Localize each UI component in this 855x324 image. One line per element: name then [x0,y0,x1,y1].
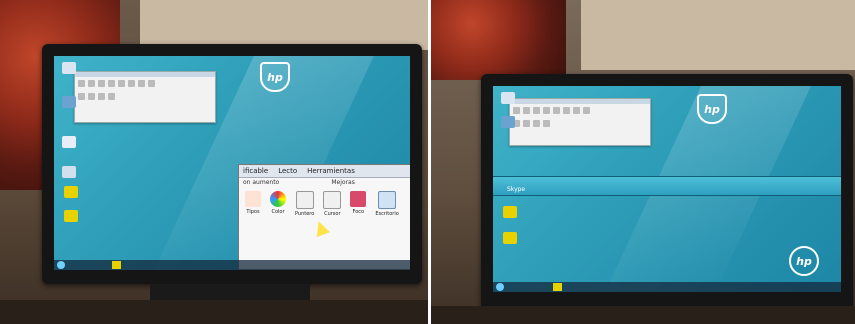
desktop-icon[interactable] [503,206,517,218]
arrow-cursor-icon [312,219,330,237]
desktop-magnify-icon [378,191,397,209]
hp-logo-icon: hp [260,62,290,92]
desk [0,300,428,324]
magnifier-mini-window[interactable] [74,71,216,123]
tool-tipos[interactable]: Tipos [245,191,261,217]
hp-logo-icon: hp [789,246,819,276]
focus-icon [350,191,367,207]
screen: hp ificable Lecto Herramientas on aument… [54,56,410,270]
wall [581,0,855,70]
hp-logo-icon: hp [697,94,727,124]
tool-cursor[interactable]: Cursor [323,191,342,217]
monitor: hp ificable Lecto Herramientas on aument… [42,44,422,284]
taskbar [493,282,841,292]
skype-label[interactable]: Skype [507,186,525,193]
docked-magnifier-strip: Skype [493,176,841,196]
zoom-tabs: ificable Lecto Herramientas [239,165,410,178]
tipos-icon [245,191,261,207]
screen: hp Skype hp [493,86,841,292]
magnifier-mini-window[interactable] [509,98,651,146]
zoom-window[interactable]: ificable Lecto Herramientas on aumento M… [238,164,410,270]
tab-lecto[interactable]: Lecto [278,165,297,177]
windows-start-icon[interactable] [57,261,65,269]
zoom-subheader-left: on aumento [243,179,280,186]
desktop-icon[interactable] [62,96,76,108]
tab-ificable[interactable]: ificable [243,165,268,177]
tool-color[interactable]: Color [270,191,286,217]
pointer-icon [295,191,314,209]
desktop-icon[interactable] [501,92,515,104]
taskbar-app-icon[interactable] [553,283,562,291]
wall [140,0,428,50]
desktop-icon[interactable] [62,62,76,74]
tool-puntero[interactable]: Puntero [295,191,314,217]
desktop-icon[interactable] [64,186,78,198]
photo-left: hp ificable Lecto Herramientas on aument… [0,0,428,324]
desktop-icon[interactable] [503,232,517,244]
desktop-icon[interactable] [501,116,515,128]
tab-herramientas[interactable]: Herramientas [307,165,355,177]
zoom-subheader-mid: Mejoras [331,179,355,186]
tool-row: Tipos Color Puntero Cursor Foco Escritor… [239,187,410,221]
photo-right: hp Skype hp [431,0,855,324]
taskbar-app-icon[interactable] [112,261,121,269]
color-wheel-icon [270,191,286,207]
desktop-icon[interactable] [64,210,78,222]
monitor: hp Skype hp [481,74,853,310]
text-cursor-icon [323,191,342,209]
painting [431,0,566,80]
windows-start-icon[interactable] [496,283,504,291]
desk [431,306,855,324]
tool-escritorio[interactable]: Escritorio [375,191,399,217]
tool-foco[interactable]: Foco [350,191,367,217]
desktop-icon[interactable] [62,166,76,178]
taskbar [54,260,410,270]
desktop-icon[interactable] [62,136,76,148]
